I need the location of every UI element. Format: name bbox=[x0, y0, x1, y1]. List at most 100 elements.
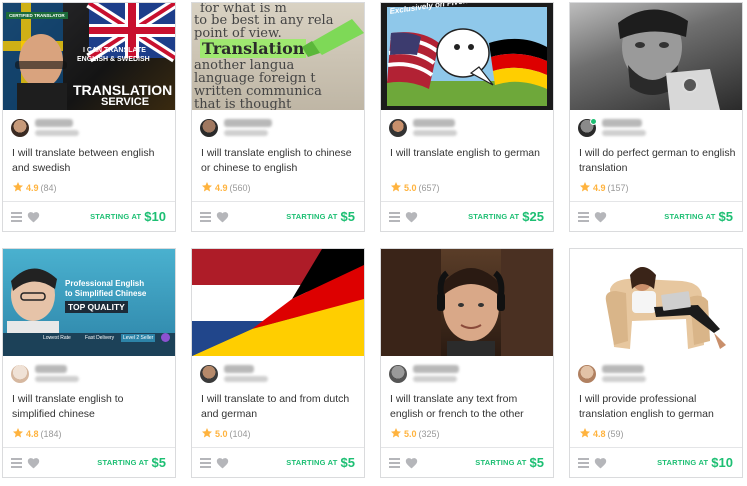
gig-rating: 4.8 (59) bbox=[579, 427, 624, 441]
seller-level bbox=[602, 376, 646, 382]
starting-price[interactable]: STARTING AT $5 bbox=[664, 209, 733, 224]
gig-card[interactable]: I will translate any text from english o… bbox=[380, 248, 554, 478]
gig-card[interactable]: Exclusively on Fiverr! I will translate … bbox=[380, 2, 554, 232]
starting-at-label: STARTING AT bbox=[90, 212, 142, 221]
seller-name[interactable] bbox=[35, 119, 73, 127]
collections-menu-icon[interactable] bbox=[11, 212, 22, 222]
gig-card[interactable]: for what is m to be best in any rela poi… bbox=[191, 2, 365, 232]
seller-name[interactable] bbox=[413, 365, 459, 373]
gig-card[interactable]: CERTIFIED TRANSLATOR I CAN TRANSLATE ENG… bbox=[2, 2, 176, 232]
seller-info[interactable] bbox=[578, 118, 734, 139]
seller-level bbox=[35, 130, 79, 136]
gig-rating: 5.0 (325) bbox=[390, 427, 440, 441]
seller-level bbox=[224, 130, 268, 136]
gig-thumbnail[interactable]: Exclusively on Fiverr! bbox=[381, 3, 553, 110]
certified-badge: CERTIFIED TRANSLATOR bbox=[6, 12, 68, 19]
starting-price[interactable]: STARTING AT $5 bbox=[286, 209, 355, 224]
collections-menu-icon[interactable] bbox=[578, 212, 589, 222]
seller-name[interactable] bbox=[224, 365, 254, 373]
gig-thumbnail[interactable]: for what is m to be best in any rela poi… bbox=[192, 3, 364, 110]
avatar[interactable] bbox=[578, 365, 596, 383]
star-icon bbox=[391, 428, 401, 438]
seller-info[interactable] bbox=[200, 365, 356, 385]
gig-footer: STARTING AT $5 bbox=[192, 447, 364, 477]
starting-price[interactable]: STARTING AT $25 bbox=[468, 209, 544, 224]
heart-icon[interactable] bbox=[594, 457, 607, 469]
gig-card[interactable]: I will provide professional translation … bbox=[569, 248, 743, 478]
gig-rating: 4.9 (84) bbox=[12, 181, 57, 195]
gig-footer: STARTING AT $5 bbox=[192, 201, 364, 231]
heart-icon[interactable] bbox=[594, 211, 607, 223]
seller-info[interactable] bbox=[200, 119, 356, 139]
gig-rating: 5.0 (104) bbox=[201, 427, 251, 441]
collections-menu-icon[interactable] bbox=[11, 458, 22, 468]
heart-icon[interactable] bbox=[405, 211, 418, 223]
avatar[interactable] bbox=[11, 365, 29, 383]
gig-title[interactable]: I will translate english to german bbox=[390, 146, 548, 161]
heart-icon[interactable] bbox=[27, 457, 40, 469]
gig-thumbnail[interactable] bbox=[381, 249, 553, 356]
avatar[interactable] bbox=[200, 119, 218, 137]
gig-title[interactable]: I will translate any text from english o… bbox=[390, 392, 548, 422]
seller-name[interactable] bbox=[413, 119, 455, 127]
starting-price[interactable]: STARTING AT $10 bbox=[90, 209, 166, 224]
avatar[interactable] bbox=[389, 365, 407, 383]
thumb-caption: to Simplified Chinese bbox=[65, 289, 147, 298]
seller-level bbox=[35, 376, 79, 382]
gig-thumbnail[interactable]: Professional English to Simplified Chine… bbox=[3, 249, 175, 356]
heart-icon[interactable] bbox=[216, 457, 229, 469]
starting-at-label: STARTING AT bbox=[286, 212, 338, 221]
starting-price[interactable]: STARTING AT $5 bbox=[97, 455, 166, 470]
rating-score: 4.9 bbox=[215, 183, 228, 193]
flags-speech-bubble-graphic bbox=[387, 7, 547, 106]
starting-at-label: STARTING AT bbox=[468, 212, 520, 221]
seller-name[interactable] bbox=[224, 119, 272, 127]
seller-level bbox=[413, 130, 457, 136]
avatar[interactable] bbox=[11, 119, 29, 137]
gig-card[interactable]: I will do perfect german to english tran… bbox=[569, 2, 743, 232]
gig-thumbnail[interactable] bbox=[192, 249, 364, 356]
heart-icon[interactable] bbox=[405, 457, 418, 469]
rating-count: (104) bbox=[229, 429, 251, 439]
gig-title[interactable]: I will provide professional translation … bbox=[579, 392, 737, 422]
seller-name[interactable] bbox=[35, 365, 67, 373]
gig-thumbnail[interactable]: CERTIFIED TRANSLATOR I CAN TRANSLATE ENG… bbox=[3, 3, 175, 110]
collections-menu-icon[interactable] bbox=[578, 458, 589, 468]
gig-thumbnail[interactable] bbox=[570, 3, 742, 110]
collections-menu-icon[interactable] bbox=[389, 458, 400, 468]
gig-card[interactable]: Professional English to Simplified Chine… bbox=[2, 248, 176, 478]
rating-count: (84) bbox=[40, 183, 57, 193]
gig-rating: 4.9 (157) bbox=[579, 181, 629, 195]
gig-title[interactable]: I will translate english to simplified c… bbox=[12, 392, 170, 422]
heart-icon[interactable] bbox=[216, 211, 229, 223]
heart-icon[interactable] bbox=[27, 211, 40, 223]
seller-info[interactable] bbox=[389, 119, 545, 139]
collections-menu-icon[interactable] bbox=[200, 458, 211, 468]
gig-card[interactable]: I will translate to and from dutch and g… bbox=[191, 248, 365, 478]
price-value: $5 bbox=[151, 455, 166, 470]
gig-title[interactable]: I will translate to and from dutch and g… bbox=[201, 392, 359, 422]
rating-score: 4.8 bbox=[593, 429, 606, 439]
seller-info[interactable] bbox=[578, 365, 734, 385]
seller-name[interactable] bbox=[602, 365, 644, 373]
starting-price[interactable]: STARTING AT $10 bbox=[657, 455, 733, 470]
seller-level bbox=[224, 376, 268, 382]
fiverr-badge-icon bbox=[161, 333, 170, 342]
seller-name[interactable] bbox=[602, 119, 642, 127]
starting-price[interactable]: STARTING AT $5 bbox=[475, 455, 544, 470]
collections-menu-icon[interactable] bbox=[200, 212, 211, 222]
avatar[interactable] bbox=[389, 119, 407, 137]
seller-info[interactable] bbox=[389, 365, 545, 385]
collections-menu-icon[interactable] bbox=[389, 212, 400, 222]
gig-title[interactable]: I will translate between english and swe… bbox=[12, 146, 170, 176]
seller-info[interactable] bbox=[11, 119, 167, 139]
avatar[interactable] bbox=[200, 365, 218, 383]
seller-info[interactable] bbox=[11, 365, 167, 385]
gig-title[interactable]: I will do perfect german to english tran… bbox=[579, 146, 737, 176]
gig-title[interactable]: I will translate english to chinese or c… bbox=[201, 146, 359, 176]
gig-footer: STARTING AT $5 bbox=[3, 447, 175, 477]
gig-footer: STARTING AT $10 bbox=[570, 447, 742, 477]
thumb-tag: Lowest Rate bbox=[43, 335, 71, 341]
gig-thumbnail[interactable] bbox=[570, 249, 742, 356]
starting-price[interactable]: STARTING AT $5 bbox=[286, 455, 355, 470]
